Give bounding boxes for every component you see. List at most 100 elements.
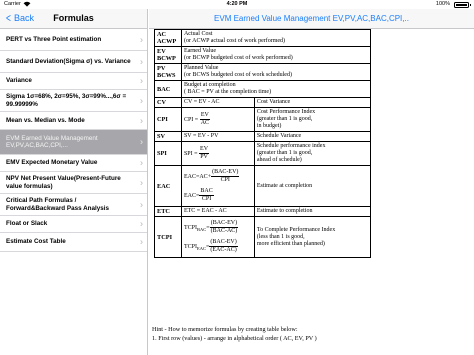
row-abbr: EV BCWP	[154, 46, 182, 64]
row-abbr: SV	[154, 131, 182, 142]
chevron-right-icon: ›	[140, 236, 143, 247]
abbr-text: BCWS	[157, 72, 176, 79]
row-formula: CPI = EV AC	[180, 107, 255, 132]
desc-text: Earned Value	[183, 48, 217, 54]
master-panel: < Back Formulas PERT vs Three Point estim…	[0, 9, 148, 355]
desc-text: Schedule performance index	[256, 143, 326, 149]
clock: 4:20 PM	[226, 1, 248, 7]
table-row: PV BCWS Planned Value (or BCWS budgeted co…	[154, 63, 372, 81]
list-item-evm[interactable]: EVM Earned Value Management EV,PV,AC,BAC…	[0, 130, 147, 155]
desc-text: (greater than 1 is good,	[256, 116, 313, 122]
denominator: (EAC-AC)	[210, 247, 237, 253]
row-desc: Estimate to completion	[253, 206, 372, 217]
desc-text: (or BCWS budgeted cost of work scheduled…	[183, 72, 292, 78]
master-navbar: < Back Formulas	[0, 9, 147, 29]
table-row: SPI SPI = EV PV Schedule performance inde…	[154, 141, 372, 166]
formula-subscript: BAC	[196, 227, 207, 233]
list-item-label: EVM Earned Value Management EV,PV,AC,BAC…	[6, 134, 98, 150]
desc-text: To Complete Performance Index	[256, 226, 336, 233]
row-desc: Estimate at completion	[253, 165, 372, 207]
status-bar: Carrier 4:20 PM 100%	[0, 0, 474, 9]
chevron-right-icon: ›	[140, 94, 143, 105]
table-row: SV SV = EV - PV Schedule Variance	[154, 131, 372, 142]
row-desc: Budget at completion( BAC = PV at the co…	[180, 80, 372, 98]
list-item-label: Float or Slack	[6, 220, 48, 228]
battery-icon	[454, 2, 471, 8]
desc-text: Actual Cost	[183, 31, 213, 37]
formula-line: EAC= BAC CPI	[184, 188, 252, 203]
fraction: (BAC-EV) (EAC-AC)	[209, 239, 238, 254]
list-item-critical-path[interactable]: Critical Path Formulas / Forward&Backwar…	[0, 194, 147, 216]
list-item-label: NPV Net Present Value(Present-Future val…	[6, 175, 121, 190]
formula-subscript: EAC	[196, 246, 206, 252]
desc-text: Budget at completion	[183, 82, 236, 88]
fraction: (BAC-EV) CPI	[211, 169, 240, 184]
row-formula: CV = EV - AC	[180, 97, 255, 108]
row-desc: To Complete Performance Index (less than …	[253, 216, 372, 258]
row-formula: ETC = EAC - AC	[180, 206, 255, 217]
master-title: Formulas	[53, 13, 94, 23]
desc-text: Planned Value	[183, 65, 219, 71]
chevron-right-icon: ›	[140, 198, 143, 209]
row-abbr: PV BCWS	[154, 63, 182, 81]
row-abbr: CPI	[154, 107, 182, 132]
list-item-std-dev[interactable]: Standard Deviation(Sigma σ) vs. Variance…	[0, 51, 147, 73]
row-desc: Schedule Variance	[253, 131, 372, 142]
table-row: AC ACWP Actual Cost (or ACWP actual cost o…	[154, 29, 372, 47]
formula-lhs: EAC=AC+	[183, 173, 212, 180]
fraction: BAC CPI	[199, 188, 214, 203]
row-abbr: ETC	[154, 206, 182, 217]
detail-title: EVM Earned Value Management EV,PV,AC,BAC…	[214, 14, 409, 23]
abbr-text: EV	[157, 48, 166, 55]
table-row: CV CV = EV - AC Cost Variance	[154, 97, 372, 108]
formula-list: PERT vs Three Point estimation › Standard…	[0, 29, 147, 252]
battery-percent: 100%	[435, 1, 450, 7]
desc-text: (greater than 1 is good,	[256, 150, 313, 156]
row-abbr: BAC	[154, 80, 182, 98]
list-item-variance[interactable]: Variance ›	[0, 73, 147, 90]
list-item-emv[interactable]: EMV Expected Monetary Value ›	[0, 155, 147, 172]
numerator: (BAC-EV)	[209, 239, 238, 247]
abbr-text: ACWP	[157, 38, 177, 45]
list-item-estimate-cost-table[interactable]: Estimate Cost Table ›	[0, 233, 147, 252]
desc-text: more efficient than planned)	[256, 240, 325, 247]
list-item-label: Critical Path Formulas / Forward&Backwar…	[6, 197, 110, 212]
denominator: CPI	[220, 177, 230, 183]
desc-text: ahead of schedule)	[256, 157, 302, 163]
list-item-label: Sigma 1σ=68%, 2σ=95%, 3σ=99%...,6σ = 99.…	[6, 93, 127, 108]
battery-fill	[456, 4, 467, 6]
row-desc: Actual Cost (or ACWP actual cost of work …	[180, 29, 372, 47]
row-desc: Schedule performance index (greater than …	[253, 141, 372, 166]
table-row: ETC ETC = EAC - AC Estimate to completio…	[154, 206, 372, 217]
fraction: (BAC-EV) (BAC-AC)	[209, 220, 239, 235]
list-item-mean-median-mode[interactable]: Mean vs. Median vs. Mode ›	[0, 112, 147, 130]
formula-lhs: EAC=	[183, 192, 200, 199]
chevron-right-icon: ›	[140, 55, 143, 66]
chevron-right-icon: ›	[140, 136, 143, 147]
memorize-hint: Hint - How to memorize formulas by creat…	[152, 326, 317, 343]
formula-line: EAC=AC+ (BAC-EV) CPI	[184, 169, 252, 184]
numerator: BAC	[199, 188, 214, 196]
denominator: AC	[200, 120, 210, 126]
denominator: (BAC-AC)	[210, 228, 238, 234]
row-abbr: TCPI	[154, 216, 182, 258]
list-item-label: Standard Deviation(Sigma σ) vs. Variance	[6, 57, 131, 65]
list-item-npv[interactable]: NPV Net Present Value(Present-Future val…	[0, 172, 147, 194]
hint-line: Hint - How to memorize formulas by creat…	[152, 326, 298, 333]
formula-lhs: TCPI	[183, 243, 197, 250]
desc-text: ( BAC = PV at the completion time)	[183, 89, 272, 95]
formula-lhs: TCPI	[183, 224, 197, 231]
formula-lhs: CPI =	[183, 116, 199, 123]
numerator: EV	[199, 112, 211, 120]
detail-navbar: EVM Earned Value Management EV,PV,AC,BAC…	[149, 9, 474, 29]
row-abbr: SPI	[154, 141, 182, 166]
list-item-float-slack[interactable]: Float or Slack ›	[0, 216, 147, 233]
fraction: EV PV	[199, 146, 210, 161]
denominator: PV	[200, 154, 208, 160]
fraction: EV AC	[199, 112, 211, 127]
list-item-sigma[interactable]: Sigma 1σ=68%, 2σ=95%, 3σ=99%...,6σ = 99.…	[0, 90, 147, 112]
row-abbr: EAC	[154, 165, 182, 207]
numerator: (BAC-EV)	[209, 220, 239, 228]
list-item-pert[interactable]: PERT vs Three Point estimation ›	[0, 29, 147, 51]
row-formula: TCPIBAC= (BAC-EV) (BAC-AC) TCPIEAC= (BAC-EV…	[180, 216, 255, 258]
